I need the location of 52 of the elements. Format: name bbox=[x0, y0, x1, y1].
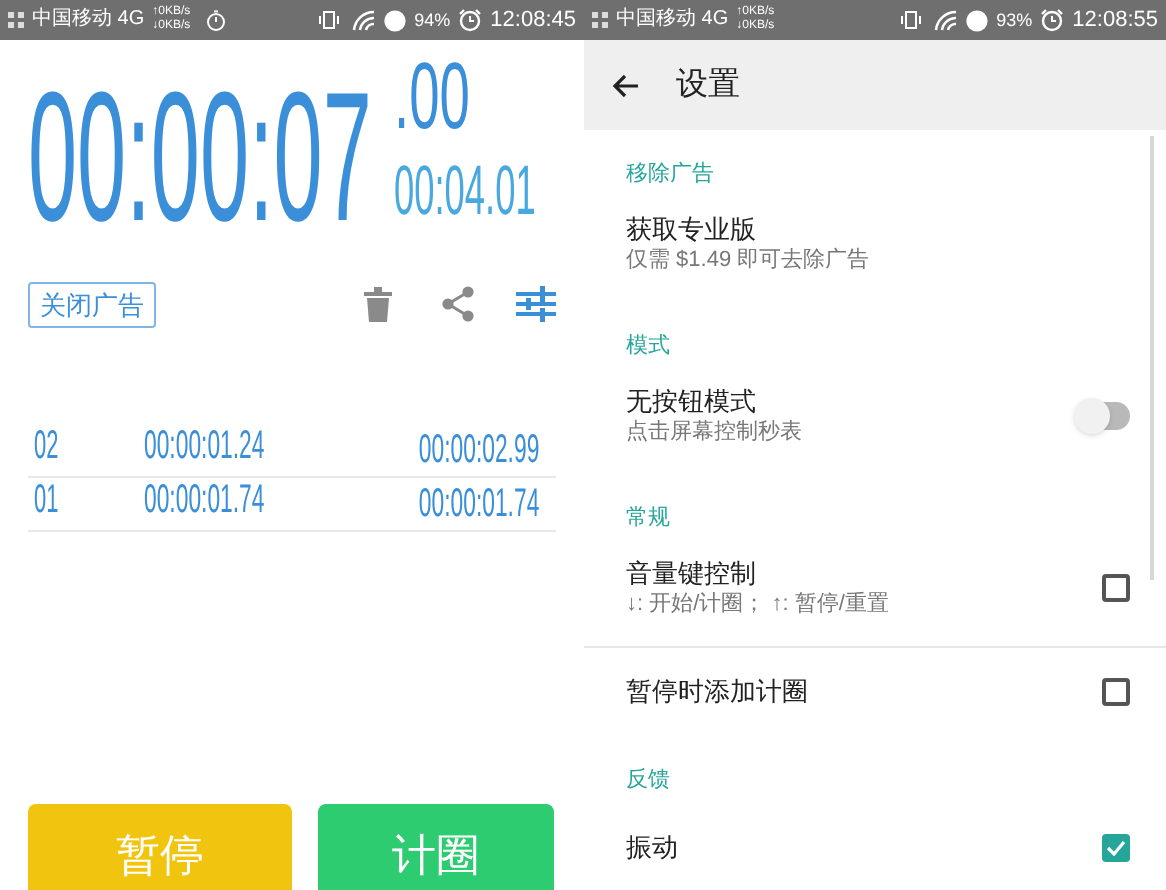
section-header: 移除广告 bbox=[626, 160, 716, 188]
battery-percent: 93% bbox=[996, 11, 1033, 29]
setting-item[interactable]: 振动 bbox=[584, 804, 1166, 890]
setting-subtitle: 仅需 $1.49 即可去除广告 bbox=[626, 246, 872, 274]
toggle-switch[interactable] bbox=[1078, 402, 1130, 430]
wifi-icon bbox=[352, 9, 377, 31]
setting-item[interactable]: 暂停时添加计圈 bbox=[584, 648, 1166, 736]
setting-title: 无按钮模式 bbox=[626, 386, 758, 418]
check-icon bbox=[1106, 840, 1126, 856]
section-header: 反馈 bbox=[626, 766, 672, 794]
data-usage-icon bbox=[384, 9, 407, 31]
battery-percent: 94% bbox=[414, 11, 451, 29]
alarm-icon bbox=[458, 8, 483, 32]
checkbox[interactable] bbox=[1102, 574, 1130, 602]
main-timer: 00:00:07 bbox=[28, 66, 372, 250]
back-arrow-icon[interactable] bbox=[612, 73, 640, 97]
delete-icon[interactable] bbox=[364, 286, 392, 322]
setting-item[interactable]: 获取专业版 仅需 $1.49 即可去除广告 bbox=[584, 198, 1166, 302]
setting-item[interactable]: 无按钮模式 点击屏幕控制秒表 bbox=[584, 370, 1166, 474]
setting-title: 获取专业版 bbox=[626, 214, 758, 246]
section-header: 常规 bbox=[626, 504, 672, 532]
setting-title: 振动 bbox=[626, 832, 680, 864]
setting-subtitle: ↓: 开始/计圈； ↑: 暂停/重置 bbox=[626, 590, 891, 618]
setting-item[interactable]: 音量键控制 ↓: 开始/计圈； ↑: 暂停/重置 bbox=[584, 542, 1166, 648]
clock-time: 12:08:45 bbox=[490, 9, 576, 31]
section-header: 模式 bbox=[626, 332, 672, 360]
data-usage-icon bbox=[966, 9, 989, 31]
carrier-text: 中国移动 4G bbox=[616, 10, 729, 30]
sliders-icon[interactable] bbox=[516, 286, 556, 322]
wifi-icon bbox=[934, 9, 959, 31]
lap-number: 02 bbox=[34, 426, 59, 466]
share-icon[interactable] bbox=[440, 286, 476, 322]
checkbox[interactable] bbox=[1102, 678, 1130, 706]
lap-split-time: 00:00:01.24 bbox=[144, 426, 266, 466]
fraction-timer: .00 bbox=[394, 48, 470, 142]
lap-timer: 00:04.01 bbox=[394, 156, 536, 226]
lap-split-time: 00:00:01.74 bbox=[144, 480, 266, 520]
screen-title: 设置 bbox=[676, 65, 740, 105]
lap-number: 01 bbox=[34, 480, 59, 520]
vibrate-icon bbox=[318, 10, 341, 30]
carrier-text: 中国移动 4G bbox=[32, 10, 145, 30]
lap-total-time: 00:00:01.74 bbox=[419, 484, 540, 524]
signal-grid-icon bbox=[8, 12, 24, 28]
lap-total-time: 00:00:02.99 bbox=[419, 430, 540, 470]
vibrate-icon bbox=[900, 10, 923, 30]
checkbox[interactable] bbox=[1102, 834, 1130, 862]
setting-title: 暂停时添加计圈 bbox=[626, 676, 810, 708]
alarm-icon bbox=[1040, 8, 1065, 32]
signal-grid-icon bbox=[592, 12, 608, 28]
setting-title: 音量键控制 bbox=[626, 558, 758, 590]
setting-subtitle: 点击屏幕控制秒表 bbox=[626, 418, 804, 446]
clock-time: 12:08:55 bbox=[1072, 9, 1158, 31]
